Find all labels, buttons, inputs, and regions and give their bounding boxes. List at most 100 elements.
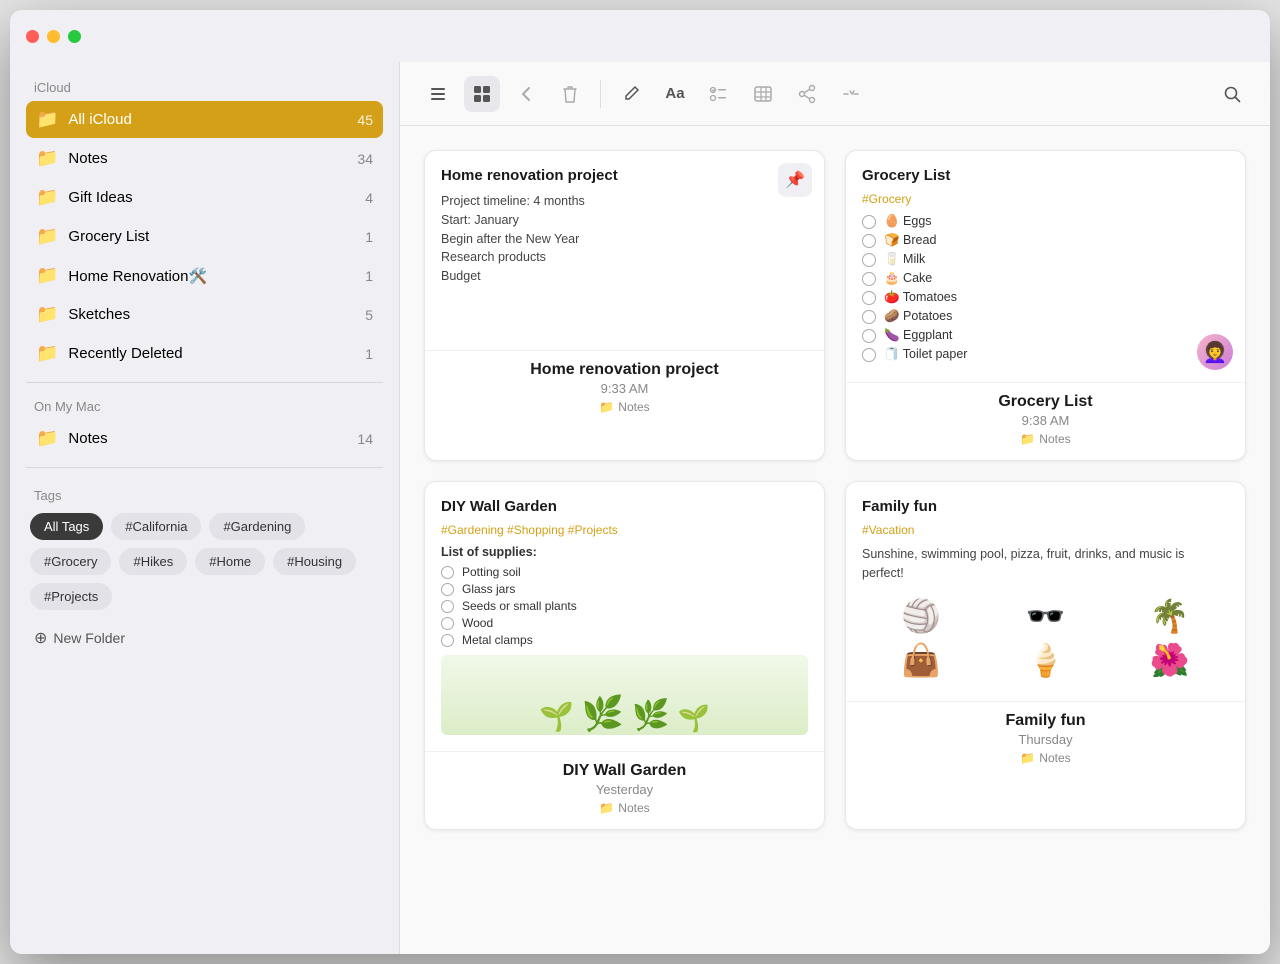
notes-grid: Home renovation project Project timeline… — [400, 126, 1270, 954]
pin-button[interactable]: 📌 — [778, 163, 812, 197]
sidebar-item-home-renovation[interactable]: 📁 Home Renovation🛠️ 1 — [26, 257, 383, 294]
tag-grocery[interactable]: #Grocery — [30, 548, 111, 575]
user-avatar: 👩‍🦱 — [1197, 334, 1233, 370]
note-title: Grocery List — [862, 393, 1229, 411]
search-button[interactable] — [1214, 76, 1250, 112]
table-button[interactable] — [745, 76, 781, 112]
sidebar-item-recently-deleted-count: 1 — [365, 346, 373, 362]
note-footer: Family fun Thursday 📁 Notes — [846, 702, 1245, 779]
note-folder-label: Notes — [1039, 432, 1070, 446]
sidebar-item-sketches[interactable]: 📁 Sketches 5 — [26, 296, 383, 333]
tag-gardening[interactable]: #Gardening — [209, 513, 305, 540]
sidebar-divider-2 — [26, 467, 383, 468]
checklist-button[interactable] — [701, 76, 737, 112]
back-button[interactable] — [508, 76, 544, 112]
close-button[interactable] — [26, 30, 39, 43]
note-card-family-fun[interactable]: Family fun #Vacation Sunshine, swimming … — [845, 481, 1246, 830]
folder-icon: 📁 — [36, 109, 58, 130]
note-preview-tag: #Gardening #Shopping #Projects — [441, 523, 808, 537]
note-title: Family fun — [862, 712, 1229, 730]
sidebar-item-notes[interactable]: 📁 Notes 34 — [26, 140, 383, 177]
sticker-5: 🍦 — [986, 641, 1104, 679]
share-button[interactable] — [789, 76, 825, 112]
folder-icon-small: 📁 — [1020, 432, 1035, 446]
note-title: DIY Wall Garden — [441, 762, 808, 780]
sticker-1: 🏐 — [862, 597, 980, 635]
tag-california[interactable]: #California — [111, 513, 201, 540]
tag-projects[interactable]: #Projects — [30, 583, 112, 610]
sidebar-item-home-reno-count: 1 — [365, 268, 373, 284]
sidebar-item-mac-notes-count: 14 — [357, 431, 373, 447]
tag-all-tags[interactable]: All Tags — [30, 513, 103, 540]
note-card-grocery-list[interactable]: Grocery List #Grocery 🥚 Eggs 🍞 Bread 🥛 M… — [845, 150, 1246, 461]
compose-button[interactable] — [613, 76, 649, 112]
note-folder: 📁 Notes — [862, 432, 1229, 446]
note-card-diy-garden[interactable]: DIY Wall Garden #Gardening #Shopping #Pr… — [424, 481, 825, 830]
sidebar-item-all-icloud-count: 45 — [357, 112, 373, 128]
note-time: 9:33 AM — [441, 381, 808, 396]
folder-icon-small: 📁 — [599, 801, 614, 815]
note-preview: DIY Wall Garden #Gardening #Shopping #Pr… — [425, 482, 824, 752]
toolbar-divider-1 — [600, 80, 601, 108]
minimize-button[interactable] — [47, 30, 60, 43]
note-folder-label: Notes — [618, 400, 649, 414]
format-button[interactable]: Aa — [657, 76, 693, 112]
app-window: iCloud 📁 All iCloud 45 📁 Notes 34 📁 Gift… — [10, 10, 1270, 954]
sidebar-item-sketches-count: 5 — [365, 307, 373, 323]
sidebar-item-home-reno-label: Home Renovation🛠️ — [68, 267, 365, 285]
grocery-items: 🥚 Eggs 🍞 Bread 🥛 Milk 🎂 Cake 🍅 Tomatoes … — [862, 214, 1229, 362]
sidebar-divider — [26, 382, 383, 383]
folder-icon: 📁 — [36, 226, 58, 247]
tags-container: All Tags #California #Gardening #Grocery… — [26, 513, 383, 610]
sidebar-item-grocery-list[interactable]: 📁 Grocery List 1 — [26, 218, 383, 255]
note-preview-title: Family fun — [862, 498, 1229, 515]
diy-items: Potting soil Glass jars Seeds or small p… — [441, 565, 808, 647]
delete-button[interactable] — [552, 76, 588, 112]
note-footer: DIY Wall Garden Yesterday 📁 Notes — [425, 752, 824, 829]
list-view-button[interactable] — [420, 76, 456, 112]
note-preview-title: DIY Wall Garden — [441, 498, 808, 515]
sidebar-item-recently-deleted[interactable]: 📁 Recently Deleted 1 — [26, 335, 383, 372]
tag-hikes[interactable]: #Hikes — [119, 548, 187, 575]
garden-illustration: 🌱 🌿 🌿 🌱 — [441, 655, 808, 735]
tags-label: Tags — [26, 488, 383, 503]
note-preview-text: Project timeline: 4 months Start: Januar… — [441, 192, 808, 286]
sidebar-item-all-icloud[interactable]: 📁 All iCloud 45 — [26, 101, 383, 138]
traffic-lights — [26, 30, 81, 43]
sidebar-item-mac-notes[interactable]: 📁 Notes 14 — [26, 420, 383, 457]
sidebar-item-sketches-label: Sketches — [68, 306, 365, 323]
sidebar-item-all-icloud-label: All iCloud — [68, 111, 357, 128]
icloud-section-label: iCloud — [34, 80, 383, 95]
tags-section: Tags All Tags #California #Gardening #Gr… — [26, 488, 383, 610]
note-card-home-renovation[interactable]: Home renovation project Project timeline… — [424, 150, 825, 461]
note-footer: Home renovation project 9:33 AM 📁 Notes — [425, 351, 824, 428]
sidebar-item-recently-deleted-label: Recently Deleted — [68, 345, 365, 362]
note-folder: 📁 Notes — [441, 400, 808, 414]
maximize-button[interactable] — [68, 30, 81, 43]
more-button[interactable] — [833, 76, 869, 112]
sticker-4: 👜 — [862, 641, 980, 679]
new-folder-button[interactable]: ⊕ New Folder — [26, 618, 383, 658]
note-preview-tag: #Grocery — [862, 192, 1229, 206]
sidebar-item-grocery-label: Grocery List — [68, 228, 365, 245]
note-preview: Family fun #Vacation Sunshine, swimming … — [846, 482, 1245, 702]
sidebar: iCloud 📁 All iCloud 45 📁 Notes 34 📁 Gift… — [10, 62, 400, 954]
note-title: Home renovation project — [441, 361, 808, 379]
sticker-2: 🕶️ — [986, 597, 1104, 635]
diy-section-label: List of supplies: — [441, 545, 808, 559]
tag-housing[interactable]: #Housing — [273, 548, 356, 575]
plus-icon: ⊕ — [34, 628, 47, 648]
folder-icon-small: 📁 — [599, 400, 614, 414]
note-preview: Grocery List #Grocery 🥚 Eggs 🍞 Bread 🥛 M… — [846, 151, 1245, 383]
tag-home[interactable]: #Home — [195, 548, 265, 575]
note-footer: Grocery List 9:38 AM 📁 Notes — [846, 383, 1245, 460]
folder-icon: 📁 — [36, 187, 58, 208]
grid-view-button[interactable] — [464, 76, 500, 112]
new-folder-label: New Folder — [53, 630, 125, 646]
toolbar: Aa — [400, 62, 1270, 126]
note-folder-label: Notes — [618, 801, 649, 815]
sidebar-item-gift-ideas[interactable]: 📁 Gift Ideas 4 — [26, 179, 383, 216]
note-folder-label: Notes — [1039, 751, 1070, 765]
sidebar-item-grocery-count: 1 — [365, 229, 373, 245]
sticker-6: 🌺 — [1111, 641, 1229, 679]
